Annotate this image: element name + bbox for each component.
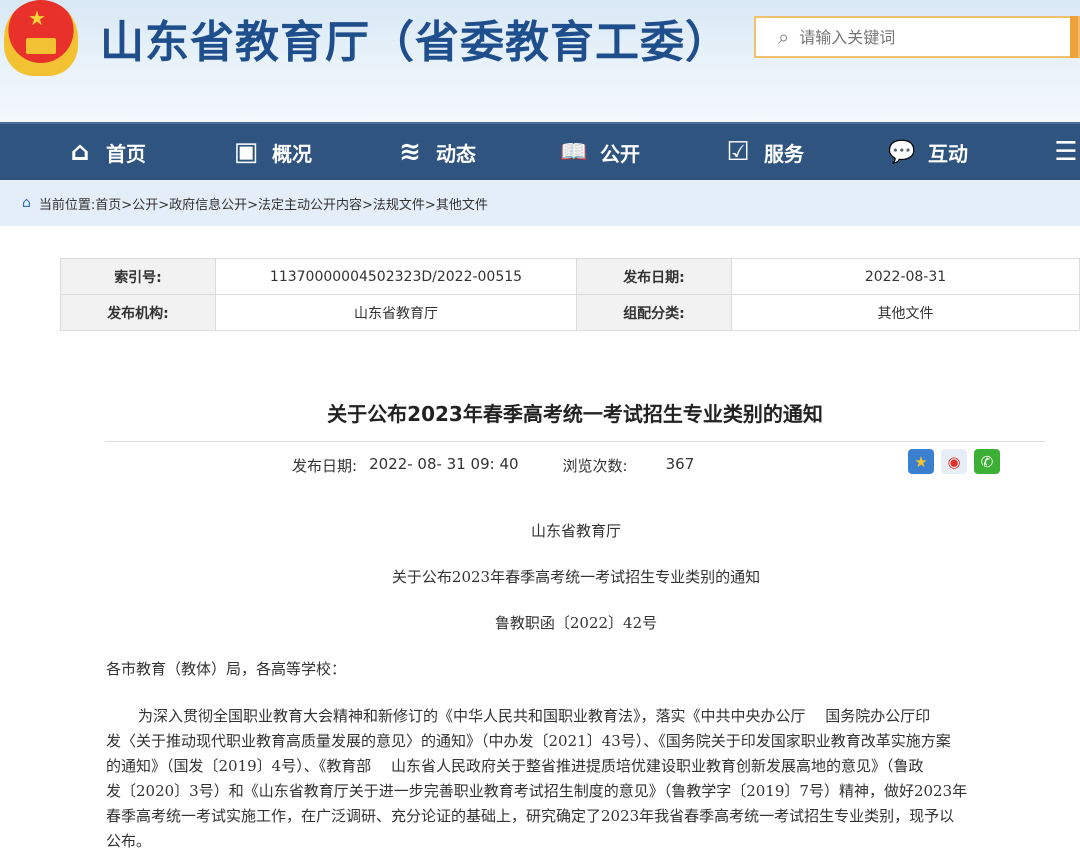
nav-news[interactable]: ≋ 动态: [394, 124, 476, 180]
nav-label: 服务: [764, 141, 804, 166]
issuer: 山东省教育厅: [530, 522, 621, 540]
index-value: 11370000004502323D/2022-00515: [215, 258, 577, 295]
org-value: 山东省教育厅: [215, 294, 577, 331]
divider: [105, 441, 1045, 442]
views-label: 浏览次数:: [562, 457, 628, 475]
location-icon: ⌂: [22, 195, 31, 211]
breadcrumb-link[interactable]: 法规文件>: [373, 194, 436, 213]
paragraph-line: 发〔2020〕3号）和《山东省教育厅关于进一步完善职业教育考试招生制度的意见》（…: [106, 782, 968, 800]
wechat-share-icon[interactable]: ✆: [974, 449, 1000, 474]
nav-interaction[interactable]: 💬 互动: [886, 124, 968, 180]
search-button[interactable]: [1070, 16, 1078, 58]
paragraph-line: 公布。: [106, 832, 152, 850]
home-icon: ⌂: [70, 137, 90, 167]
pub-date-value: 2022- 08- 31 09: 40: [369, 455, 519, 473]
views-value: 367: [665, 455, 695, 473]
nav-more[interactable]: ☰: [1050, 124, 1080, 180]
book-icon: 📖: [560, 139, 588, 165]
nav-service[interactable]: ☑ 服务: [722, 124, 804, 180]
paragraph-line: 为深入贯彻全国职业教育大会精神和新修订的《中华人民共和国职业教育法》，落实《中共…: [138, 707, 931, 725]
category-value: 其他文件: [731, 294, 1080, 331]
doc-title: 关于公布2023年春季高考统一考试招生专业类别的通知: [391, 568, 761, 586]
document-meta-table: 索引号: 11370000004502323D/2022-00515 发布日期:…: [60, 258, 1080, 331]
breadcrumb-link[interactable]: 公开>: [132, 194, 169, 213]
breadcrumb-link[interactable]: 政府信息公开>: [169, 194, 258, 213]
nav-public[interactable]: 📖 公开: [558, 124, 640, 180]
chat-icon: 💬: [888, 139, 916, 165]
breadcrumb-link[interactable]: 法定主动公开内容>: [258, 194, 373, 213]
search-box[interactable]: ⌕: [754, 16, 1080, 58]
news-icon: ≋: [399, 137, 421, 167]
paragraph-line: 发〈关于推动现代职业教育高质量发展的意见〉的通知》（中办发〔2021〕43号）、…: [106, 732, 951, 750]
nav-label: 动态: [436, 141, 476, 166]
article-title: 关于公布2023年春季高考统一考试招生专业类别的通知: [327, 402, 823, 426]
national-emblem-logo: ★: [4, 0, 78, 76]
date-label: 发布日期:: [576, 258, 732, 295]
breadcrumb: ⌂ 当前位置: 首页> 公开> 政府信息公开> 法定主动公开内容> 法规文件> …: [0, 180, 1080, 226]
nav-label: 互动: [928, 141, 968, 166]
date-value: 2022-08-31: [731, 258, 1080, 295]
search-icon[interactable]: ⌕: [778, 25, 789, 49]
list-icon: ☰: [1054, 137, 1078, 167]
category-label: 组配分类:: [576, 294, 732, 331]
breadcrumb-link[interactable]: 首页>: [95, 194, 132, 213]
pub-date-label: 发布日期:: [292, 457, 358, 475]
service-icon: ☑: [726, 137, 750, 167]
nav-label: 首页: [106, 141, 146, 166]
nav-home[interactable]: ⌂ 首页: [64, 124, 146, 180]
article-meta: 发布日期: 2022- 08- 31 09: 40 浏览次数: 367: [292, 455, 694, 476]
weibo-share-icon[interactable]: ◉: [941, 449, 967, 474]
qzone-share-icon[interactable]: ★: [908, 449, 934, 474]
doc-number: 鲁教职函〔2022〕42号: [494, 614, 658, 632]
nav-overview[interactable]: ▣ 概况: [230, 124, 312, 180]
site-header: ★ 山东省教育厅（省委教育工委） ⌕: [0, 0, 1080, 122]
share-buttons: ★ ◉ ✆: [908, 449, 1000, 474]
search-input[interactable]: [799, 27, 1040, 47]
breadcrumb-link[interactable]: 其他文件: [436, 194, 488, 213]
index-label: 索引号:: [60, 258, 216, 295]
nav-label: 概况: [272, 141, 312, 166]
nav-label: 公开: [600, 141, 640, 166]
paragraph-line: 的通知》（国发〔2019〕4号）、《教育部 山东省人民政府关于整省推进提质培优建…: [106, 757, 924, 775]
org-label: 发布机构:: [60, 294, 216, 331]
site-title: 山东省教育厅（省委教育工委）: [100, 17, 730, 68]
overview-icon: ▣: [233, 137, 259, 167]
salutation: 各市教育（教体）局，各高等学校：: [106, 660, 347, 678]
breadcrumb-prefix: 当前位置:: [38, 197, 96, 213]
main-nav: ⌂ 首页 ▣ 概况 ≋ 动态 📖 公开 ☑ 服务 💬 互动 ☰: [0, 122, 1080, 180]
paragraph-line: 春季高考统一考试实施工作，在广泛调研、充分论证的基础上，研究确定了2023年我省…: [106, 807, 955, 825]
